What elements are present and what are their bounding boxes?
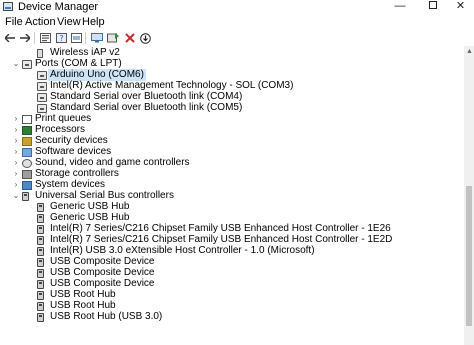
usb-icon [37,291,44,300]
download-icon [139,32,151,44]
port-icon [37,71,47,80]
help-icon: ? [55,33,67,43]
usb-icon [37,280,44,289]
scrollbar-thumb[interactable] [466,186,472,326]
soft-icon [22,148,32,157]
expand-chevron-right-icon[interactable]: › [12,113,20,124]
properties-icon [70,33,82,43]
sys-icon [22,181,32,190]
uninstall-button[interactable] [123,32,137,44]
maximize-icon [429,1,437,10]
expand-chevron-right-icon[interactable]: › [12,146,20,157]
usb-icon [37,302,44,311]
help-button[interactable]: ? [54,32,68,44]
svg-text:?: ? [59,34,63,43]
tree-item[interactable]: USB Root Hub (USB 3.0) [0,311,464,323]
usb-icon [37,269,44,278]
device-tree[interactable]: Wireless iAP v2 ⌄ Ports (COM & LPT) Arduino… [0,46,464,345]
close-button[interactable]: ✕ [447,0,474,14]
sound-icon [22,159,32,168]
expand-chevron-right-icon[interactable]: › [12,168,20,179]
view-button[interactable] [69,32,83,44]
expand-chevron-right-icon[interactable]: › [12,135,20,146]
usb-icon [37,214,44,223]
menu-help[interactable]: Help [82,16,105,28]
usb-icon [37,247,44,256]
title-bar[interactable]: Device Manager — ✕ [0,0,474,14]
stor-icon [22,170,32,179]
expand-chevron-right-icon[interactable]: › [12,157,20,168]
monitor-icon [91,33,103,43]
usb-icon [37,258,44,267]
tree-item-label: USB Root Hub (USB 3.0) [50,311,163,322]
update-driver-button[interactable] [106,32,120,44]
menu-action[interactable]: Action [25,16,56,28]
properties-button[interactable] [38,32,52,44]
expand-chevron-right-icon[interactable]: › [12,124,20,135]
scroll-up-icon[interactable]: ▲ [466,48,473,55]
arrow-left-icon [5,34,15,42]
maximize-button[interactable] [417,0,449,14]
proc-icon [22,126,32,135]
expand-chevron-down-icon[interactable]: ⌄ [12,190,20,201]
back-button[interactable] [3,32,17,44]
uninstall-icon [125,33,135,43]
download-button[interactable] [138,32,152,44]
toolbar-separator [34,32,35,44]
properties-icon [39,33,51,43]
usb-icon [37,313,44,322]
toolbar-separator [85,32,86,44]
forward-button[interactable] [18,32,32,44]
port-icon [22,60,32,69]
usb-icon [37,225,44,234]
update-driver-icon [107,33,119,43]
port-icon [37,104,47,113]
wifi-icon [37,49,43,58]
port-icon [37,82,47,91]
toolbar: ? [0,30,474,46]
printq-icon [22,115,32,124]
menu-bar: File Action View Help [0,14,474,30]
expand-chevron-right-icon[interactable]: › [12,179,20,190]
expand-chevron-down-icon[interactable]: ⌄ [12,58,20,69]
scan-hardware-button[interactable] [90,32,104,44]
vertical-scrollbar[interactable]: ▲ [464,46,474,345]
menu-view[interactable]: View [57,16,81,28]
sec-icon [22,137,32,146]
minimize-button[interactable]: — [384,0,416,14]
usb-icon [37,236,44,245]
device-manager-icon [3,2,13,11]
menu-file[interactable]: File [5,16,23,28]
window-title: Device Manager [18,1,99,13]
usb-icon [22,192,29,201]
usb-icon [37,203,44,212]
port-icon [37,93,47,102]
arrow-right-icon [20,34,30,42]
